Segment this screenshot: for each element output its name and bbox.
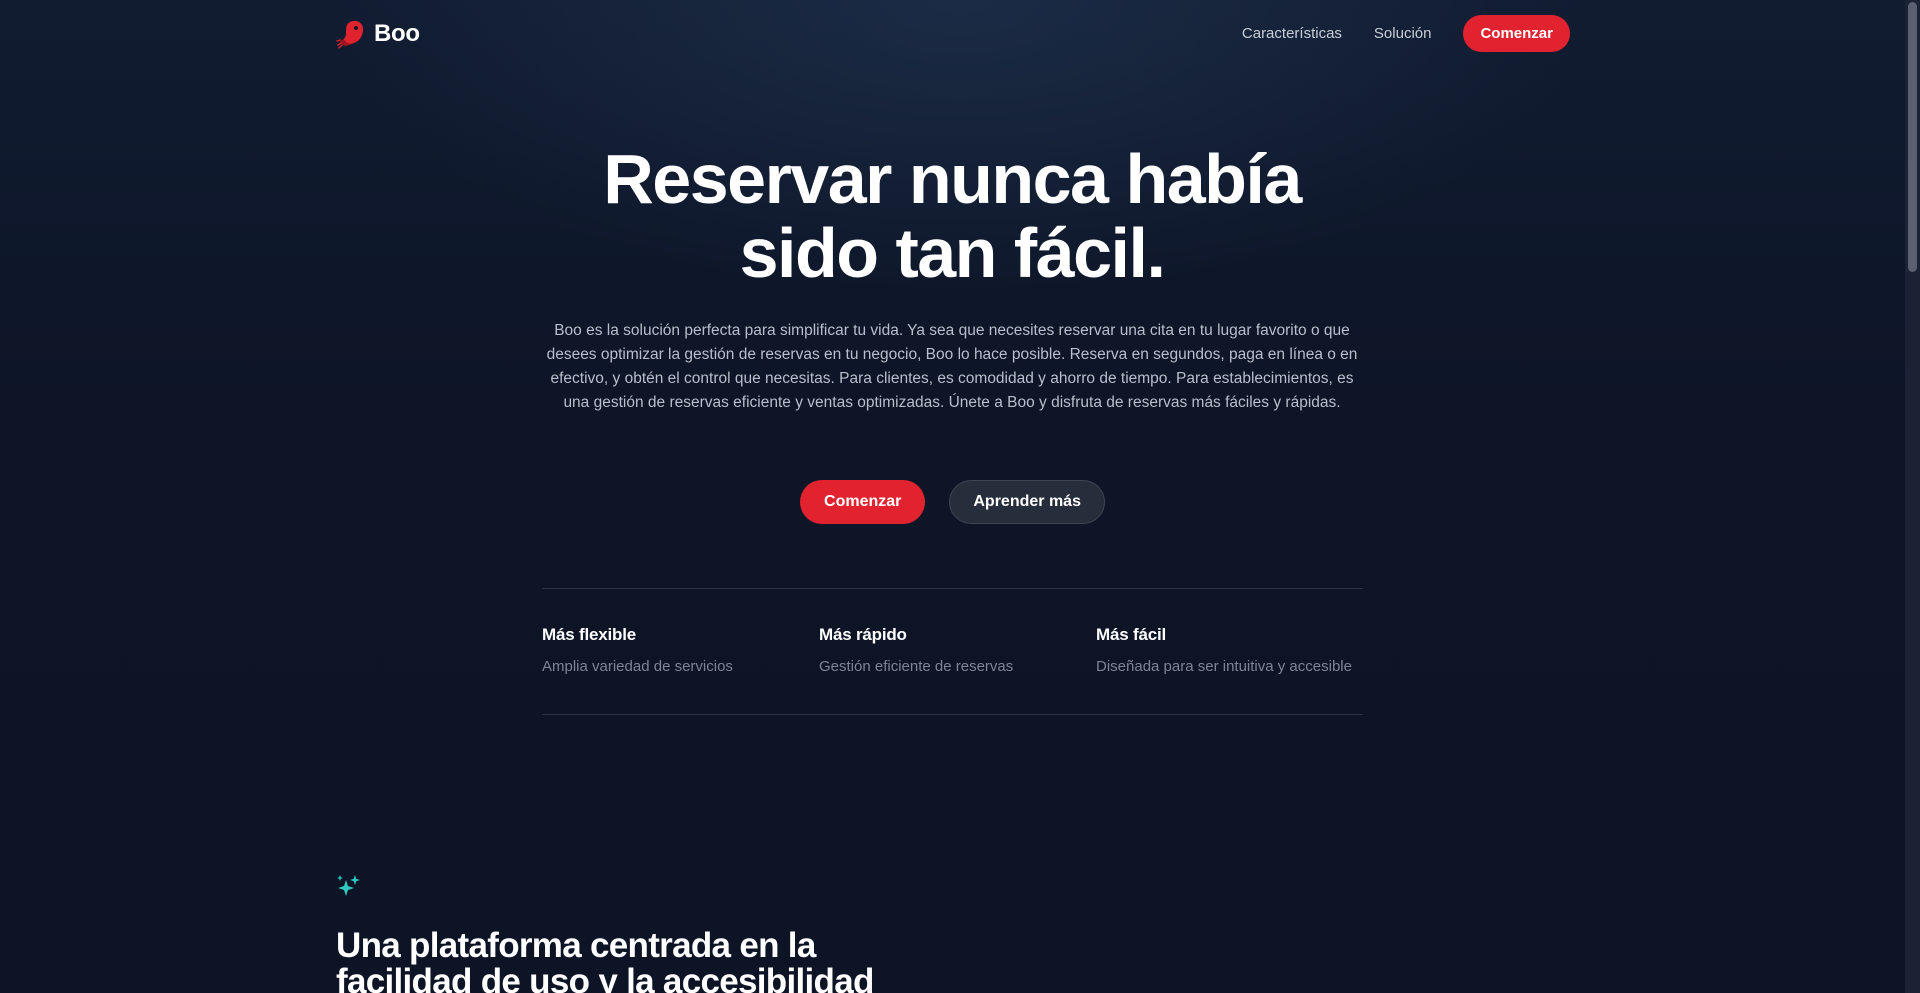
brand-name: Boo [374, 20, 420, 47]
feature-description: Amplia variedad de servicios [542, 658, 733, 675]
nav-start-button[interactable]: Comenzar [1463, 14, 1570, 52]
page-scrollbar[interactable] [1905, 0, 1920, 993]
feature-title: Más fácil [1096, 625, 1167, 644]
sparkles-icon [337, 875, 360, 896]
feature-description: Gestión eficiente de reservas [819, 658, 1014, 675]
nav-link-solucion[interactable]: Solución [1374, 25, 1432, 42]
hero-actions: Comenzar Aprender más [0, 480, 1905, 524]
hero-title-line-2: sido tan fácil. [739, 214, 1166, 292]
feature-easy: Más fácil Diseñada para ser intuitiva y … [1096, 625, 1352, 675]
boo-logo-icon [336, 21, 364, 49]
brand-logo-link[interactable]: Boo [336, 19, 420, 49]
hero-title: Reservar nunca había sido tan fácil. [452, 142, 1452, 290]
section-title: Una plataforma centrada en la facilidad … [336, 926, 874, 993]
scrollbar-thumb[interactable] [1908, 2, 1917, 272]
nav-links: Características Solución Comenzar [1242, 14, 1570, 52]
feature-description: Diseñada para ser intuitiva y accesible [1096, 658, 1352, 675]
start-button[interactable]: Comenzar [800, 480, 926, 524]
hero-title-line-1: Reservar nunca había [603, 140, 1302, 218]
feature-fast: Más rápido Gestión eficiente de reservas [819, 625, 1013, 675]
navbar: Boo Características Solución Comenzar [336, 14, 1570, 54]
feature-title: Más rápido [819, 625, 907, 644]
hero-description: Boo es la solución perfecta para simplif… [546, 322, 1358, 411]
learn-more-button[interactable]: Aprender más [949, 480, 1105, 524]
nav-link-caracteristicas[interactable]: Características [1242, 25, 1342, 42]
page: Boo Características Solución Comenzar Re… [0, 0, 1905, 993]
feature-title: Más flexible [542, 625, 636, 644]
features-strip: Más flexible Amplia variedad de servicio… [542, 588, 1363, 715]
feature-flexible: Más flexible Amplia variedad de servicio… [542, 625, 733, 675]
